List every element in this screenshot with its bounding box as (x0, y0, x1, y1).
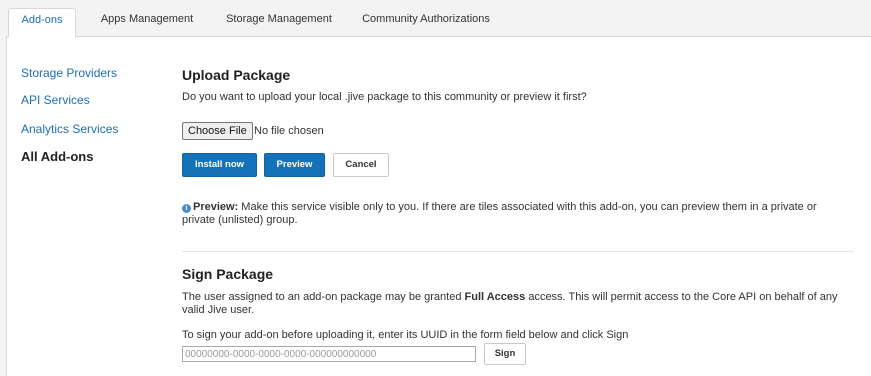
preview-note-label: Preview: (193, 201, 239, 213)
upload-question: Do you want to upload your local .jive p… (182, 91, 587, 103)
sign-description: The user assigned to an add-on package m… (182, 291, 862, 317)
tab-storage-management[interactable]: Storage Management (222, 8, 336, 36)
sidebar-item-storage-providers[interactable]: Storage Providers (21, 66, 117, 80)
content-panel: Storage Providers API Services Analytics… (6, 36, 871, 376)
tab-bar: Add-ons Apps Management Storage Manageme… (0, 0, 871, 37)
sign-desc-a: The user assigned to an add-on package m… (182, 291, 465, 303)
preview-note: i Preview: Make this service visible only… (182, 201, 862, 227)
preview-note-text: Make this service visible only to you. I… (238, 201, 817, 213)
info-icon: i (182, 204, 191, 213)
sidebar-item-all-add-ons[interactable]: All Add-ons (21, 149, 93, 164)
sign-desc-c: valid Jive user. (182, 304, 255, 316)
sidebar-item-analytics-services[interactable]: Analytics Services (21, 122, 118, 136)
cancel-button[interactable]: Cancel (333, 153, 389, 177)
preview-button[interactable]: Preview (264, 153, 325, 177)
tab-community-authorizations[interactable]: Community Authorizations (360, 8, 492, 36)
sidebar-item-api-services[interactable]: API Services (21, 93, 90, 107)
preview-note-text-2: private (unlisted) group. (182, 214, 298, 226)
upload-package-title: Upload Package (182, 67, 291, 83)
sign-instruction: To sign your add-on before uploading it,… (182, 329, 629, 341)
sign-desc-b: access. This will permit access to the C… (525, 291, 838, 303)
full-access-label: Full Access (464, 291, 526, 303)
tab-add-ons[interactable]: Add-ons (8, 8, 76, 37)
choose-file-button[interactable]: Choose File (182, 122, 253, 140)
file-status: No file chosen (254, 125, 324, 137)
uuid-input[interactable] (182, 346, 476, 362)
tab-apps-management[interactable]: Apps Management (96, 8, 198, 36)
install-now-button[interactable]: Install now (182, 153, 257, 177)
section-divider (182, 251, 854, 252)
sign-package-title: Sign Package (182, 266, 274, 282)
sign-button[interactable]: Sign (484, 343, 526, 365)
